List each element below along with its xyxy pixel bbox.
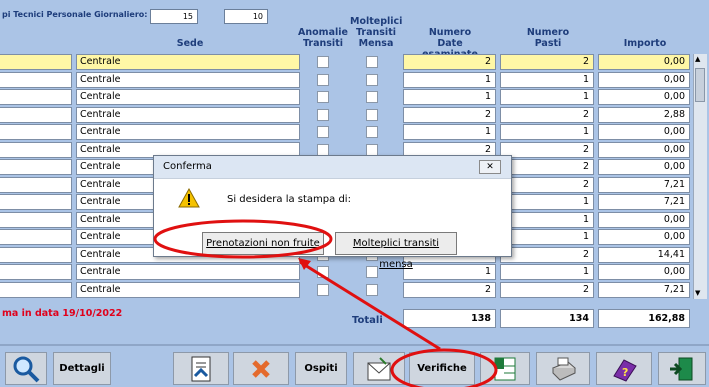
annotation-circle-verifiche — [390, 348, 498, 387]
annotation-overlay — [153, 219, 498, 387]
annotation-arrow-line — [299, 260, 441, 351]
annotation-circle-prenotazioni — [153, 219, 333, 259]
